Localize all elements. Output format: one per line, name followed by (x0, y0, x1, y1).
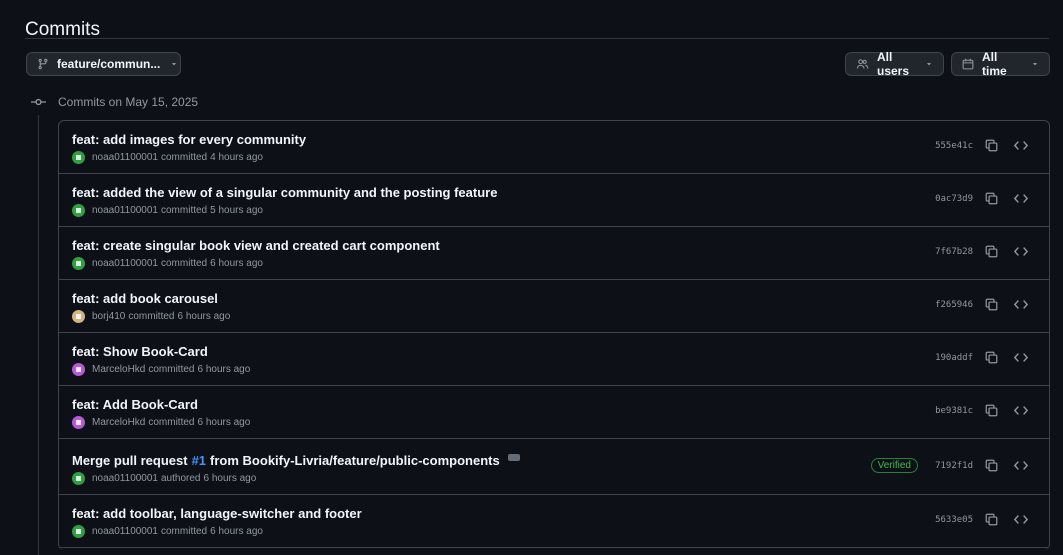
commit-author[interactable]: noaa01100001 (92, 526, 158, 537)
title-divider (25, 38, 1049, 39)
branch-selector-label: feature/commun... (57, 57, 161, 71)
browse-code-icon[interactable] (1014, 352, 1028, 363)
commit-author[interactable]: noaa01100001 (92, 152, 158, 163)
commit-author[interactable]: noaa01100001 (92, 258, 158, 269)
copy-icon[interactable] (985, 139, 998, 152)
git-branch-icon (38, 58, 48, 70)
commit-sha-link[interactable]: 7f67b28 (935, 247, 973, 257)
git-commit-icon (31, 98, 46, 106)
copy-icon[interactable] (985, 513, 998, 526)
commit-author[interactable]: MarceloHkd (92, 417, 145, 428)
avatar[interactable] (72, 363, 85, 376)
people-icon (856, 59, 869, 69)
commit-sha-link[interactable]: f265946 (935, 300, 973, 310)
browse-code-icon[interactable] (1014, 246, 1028, 257)
commit-message-link[interactable]: feat: add toolbar, language-switcher and… (72, 506, 362, 521)
commit-time: 6 hours ago (210, 258, 263, 269)
avatar[interactable] (72, 257, 85, 270)
commit-action: committed (148, 417, 195, 428)
caret-down-icon (1033, 63, 1037, 66)
copy-icon[interactable] (985, 351, 998, 364)
copy-icon[interactable] (985, 404, 998, 417)
commit-row: Merge pull request #1 from Bookify-Livri… (59, 439, 1049, 495)
commit-sha-link[interactable]: 190addf (935, 353, 973, 363)
commit-time: 6 hours ago (197, 417, 251, 428)
copy-icon[interactable] (985, 245, 998, 258)
commit-action: committed (161, 526, 208, 537)
users-filter-label: All users (877, 50, 910, 78)
browse-code-icon[interactable] (1014, 405, 1028, 416)
commit-time: 6 hours ago (210, 526, 263, 537)
copy-icon[interactable] (985, 192, 998, 205)
branch-selector-button[interactable]: feature/commun... (26, 52, 181, 76)
commit-row: feat: Show Book-Card MarceloHkd committe… (59, 333, 1049, 386)
commit-message-link[interactable]: feat: Add Book-Card (72, 397, 198, 412)
commit-author[interactable]: noaa01100001 (92, 205, 158, 216)
commit-message-link[interactable]: feat: add images for every community (72, 132, 306, 147)
commit-time: 6 hours ago (203, 473, 257, 484)
commit-list: feat: add images for every community noa… (58, 120, 1050, 550)
commit-row: feat: add book carousel borj410 committe… (59, 280, 1049, 333)
commit-row: feat: add images for every community noa… (59, 121, 1049, 174)
browse-code-icon[interactable] (1014, 140, 1028, 151)
commit-message-link[interactable]: feat: add book carousel (72, 291, 218, 306)
browse-code-icon[interactable] (1014, 514, 1028, 525)
commit-message-link[interactable]: from Bookify-Livria/feature/public-compo… (210, 453, 500, 468)
commit-row: feat: Add Book-Card MarceloHkd committed… (59, 386, 1049, 439)
caret-down-icon (172, 63, 177, 66)
commit-message-link[interactable]: Merge pull request (72, 453, 188, 468)
commit-row: feat: add toolbar, language-switcher and… (59, 495, 1049, 548)
avatar[interactable] (72, 416, 85, 429)
expand-message-button[interactable] (507, 454, 520, 461)
commit-action: committed (161, 205, 208, 216)
commit-date-heading: Commits on May 15, 2025 (58, 95, 199, 109)
avatar[interactable] (72, 151, 85, 164)
commit-message-link[interactable]: feat: create singular book view and crea… (72, 238, 440, 253)
commit-row: feat: create singular book view and crea… (59, 227, 1049, 280)
commit-message-link[interactable]: feat: added the view of a singular commu… (72, 185, 497, 200)
commit-time: 5 hours ago (210, 205, 263, 216)
commit-author[interactable]: noaa01100001 (92, 473, 158, 484)
commit-action: committed (128, 311, 175, 322)
commit-time: 6 hours ago (197, 364, 251, 375)
verified-badge[interactable]: Verified (870, 458, 918, 473)
users-filter-button[interactable]: All users (845, 50, 944, 78)
copy-icon[interactable] (985, 298, 998, 311)
commit-time: 6 hours ago (177, 311, 231, 322)
time-filter-label: All time (982, 50, 1007, 78)
avatar[interactable] (72, 472, 85, 485)
browse-code-icon[interactable] (1014, 299, 1028, 310)
commit-action: committed (161, 152, 208, 163)
commit-sha-link[interactable]: 7192f1d (935, 461, 973, 471)
timeline-line (38, 115, 39, 555)
commit-row: feat: added the view of a singular commu… (59, 174, 1049, 227)
commit-sha-link[interactable]: 0ac73d9 (935, 194, 973, 204)
commit-action: committed (148, 364, 195, 375)
commit-action: committed (161, 258, 208, 269)
commit-sha-link[interactable]: be9381c (935, 406, 973, 416)
commit-sha-link[interactable]: 5633e05 (935, 515, 973, 525)
time-filter-button[interactable]: All time (951, 50, 1050, 78)
calendar-icon (962, 58, 974, 70)
copy-icon[interactable] (985, 459, 998, 472)
avatar[interactable] (72, 204, 85, 217)
caret-down-icon (927, 63, 931, 66)
commit-message-link[interactable]: feat: Show Book-Card (72, 344, 208, 359)
avatar[interactable] (72, 310, 85, 323)
commit-sha-link[interactable]: 555e41c (935, 141, 973, 151)
pull-request-link[interactable]: #1 (192, 453, 206, 468)
browse-code-icon[interactable] (1014, 193, 1028, 204)
commit-time: 4 hours ago (210, 152, 263, 163)
avatar[interactable] (72, 525, 85, 538)
commit-action: authored (161, 473, 201, 484)
browse-code-icon[interactable] (1014, 460, 1028, 471)
commit-author[interactable]: borj410 (92, 311, 125, 322)
commit-author[interactable]: MarceloHkd (92, 364, 145, 375)
